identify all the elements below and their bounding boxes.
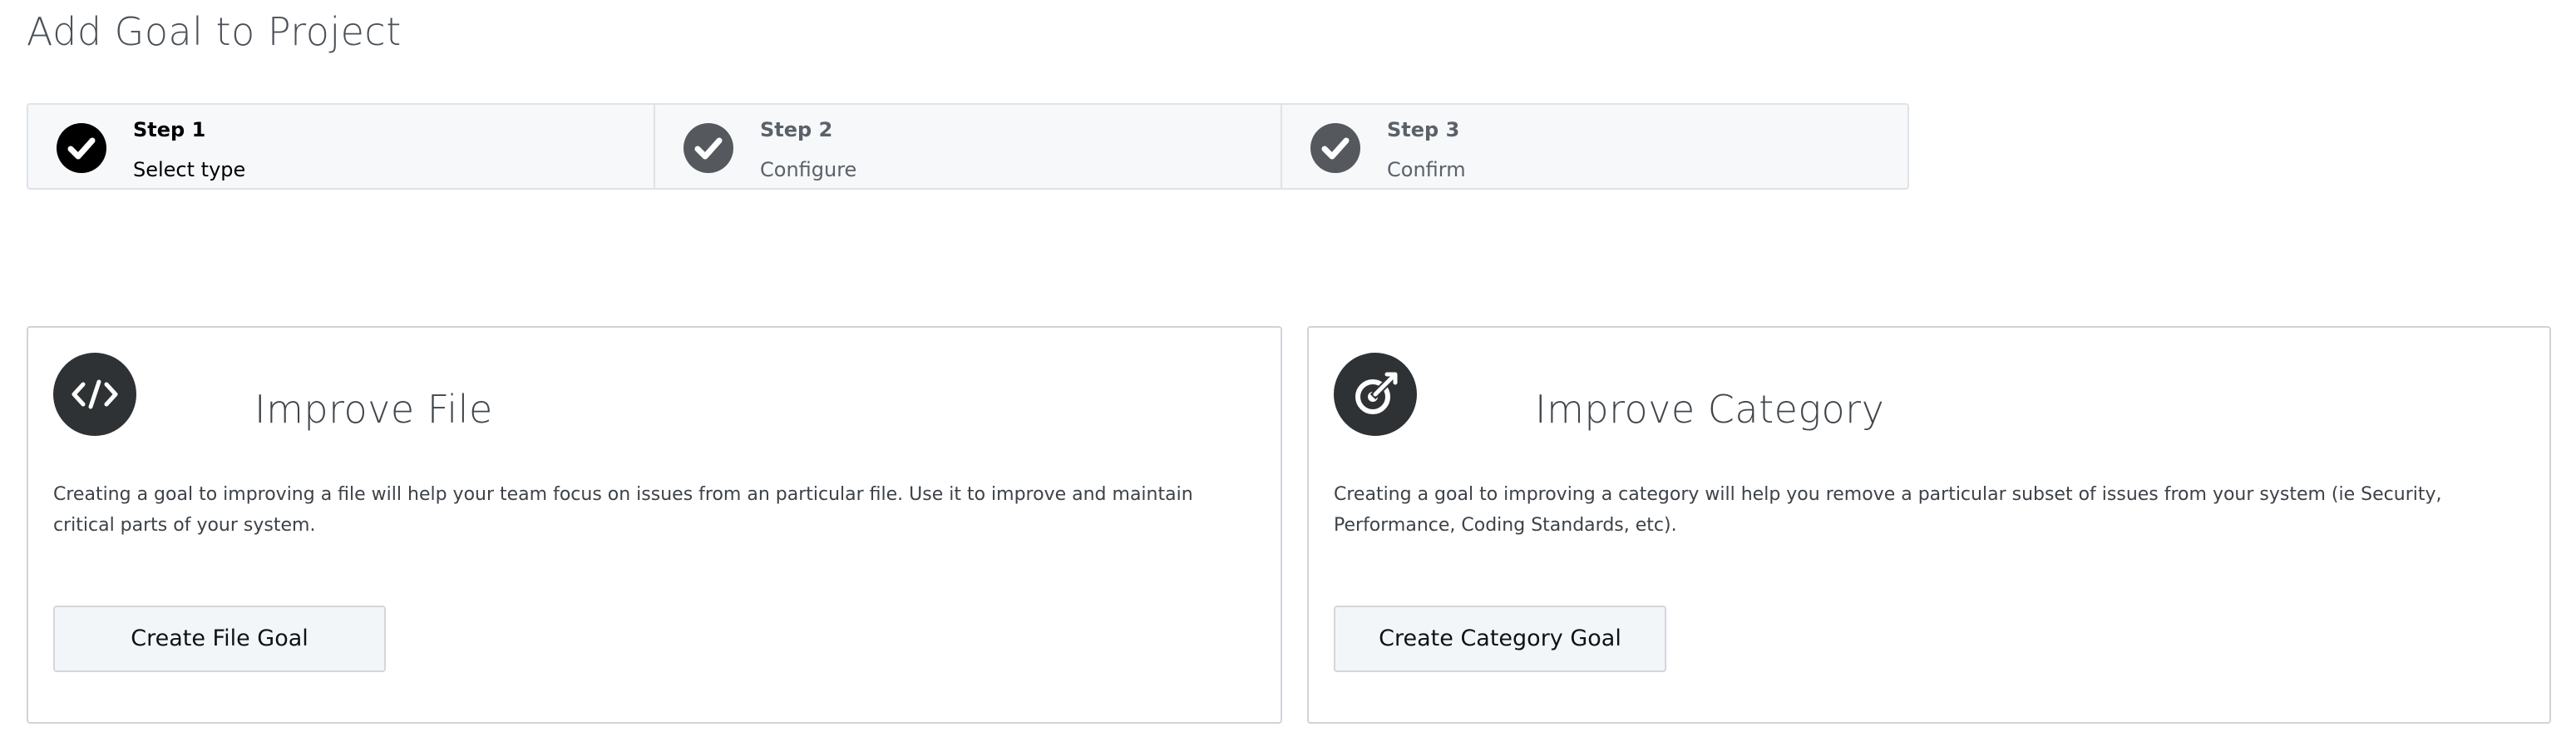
check-circle-icon (57, 123, 106, 173)
target-icon (1334, 353, 1417, 436)
page-title: Add Goal to Project (27, 9, 402, 54)
create-category-goal-button[interactable]: Create Category Goal (1334, 606, 1666, 672)
improve-category-card: Improve Category Creating a goal to impr… (1307, 326, 2551, 724)
step-3[interactable]: Step 3 Confirm (1282, 105, 1907, 188)
card-description: Creating a goal to improving a category … (1334, 484, 2442, 536)
card-title: Improve File (254, 387, 493, 432)
step-label: Step 1 (133, 118, 206, 141)
code-icon (53, 353, 136, 436)
create-file-goal-button[interactable]: Create File Goal (53, 606, 386, 672)
stepper: Step 1 Select type Step 2 Configure Step… (27, 103, 1909, 190)
card-description: Creating a goal to improving a file will… (53, 484, 1193, 536)
improve-file-card: Improve File Creating a goal to improvin… (27, 326, 1282, 724)
check-circle-icon (683, 123, 733, 173)
step-label: Step 3 (1387, 118, 1460, 141)
step-1[interactable]: Step 1 Select type (28, 105, 655, 188)
check-circle-icon (1310, 123, 1360, 173)
step-sublabel: Configure (760, 158, 857, 181)
card-title: Improve Category (1535, 387, 1885, 432)
step-2[interactable]: Step 2 Configure (655, 105, 1282, 188)
step-sublabel: Select type (133, 158, 246, 181)
step-label: Step 2 (760, 118, 833, 141)
step-sublabel: Confirm (1387, 158, 1466, 181)
